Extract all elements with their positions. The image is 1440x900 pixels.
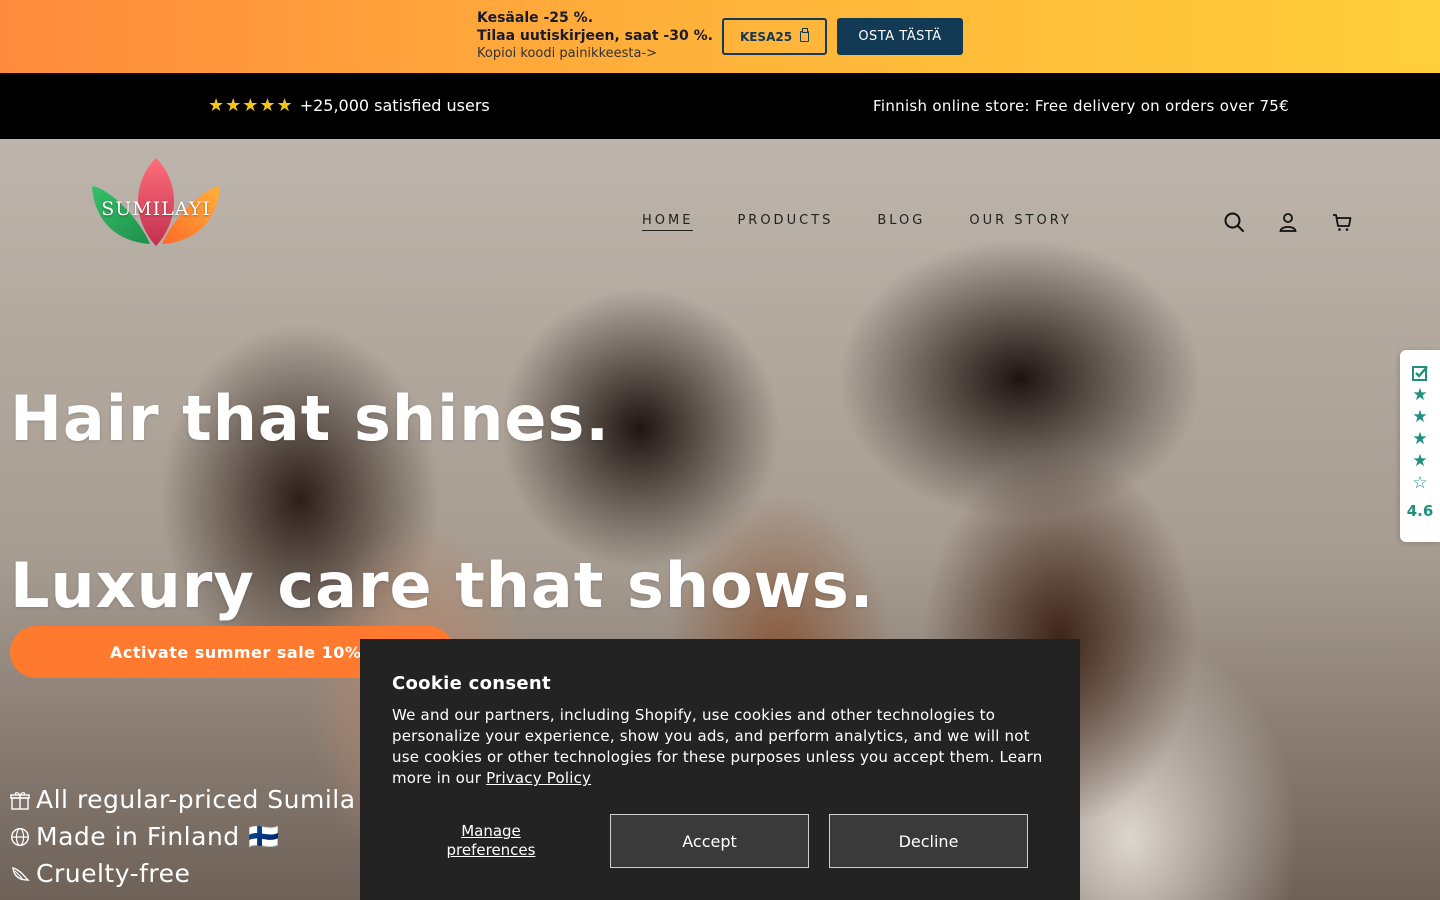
promo-line-3: Kopioi koodi painikkeesta-> xyxy=(477,46,658,61)
star-icon: ★ xyxy=(1412,407,1428,427)
promo-code: KESA25 xyxy=(739,29,793,44)
feature-list: All regular-priced Sumila Made in Finlan… xyxy=(10,781,356,892)
feature-text: Cruelty-free xyxy=(36,859,191,888)
reviews-widget[interactable]: ★ ★ ★ ★ ☆ 4.6 xyxy=(1400,350,1440,542)
feature-text: All regular-priced Sumila xyxy=(36,785,356,814)
privacy-policy-link[interactable]: Privacy Policy xyxy=(486,769,591,787)
logo-text: SUMILAYI xyxy=(101,198,211,220)
feature-item: All regular-priced Sumila xyxy=(10,781,356,818)
cookie-consent-dialog: Cookie consent We and our partners, incl… xyxy=(360,639,1080,900)
search-icon[interactable] xyxy=(1222,210,1246,234)
cookie-body: We and our partners, including Shopify, … xyxy=(392,705,1052,789)
promo-line-1: Kesäale -25 %. xyxy=(477,10,594,26)
header-icons xyxy=(1222,210,1354,234)
satisfied-users-text: +25,000 satisfied users xyxy=(299,96,490,115)
manage-preferences-link[interactable]: Manage preferences xyxy=(432,822,550,860)
verified-check-icon xyxy=(1412,366,1428,381)
announcement-bar: ★★★★★ +25,000 satisfied users Finnish on… xyxy=(0,73,1440,139)
shop-now-button[interactable]: OSTA TÄSTÄ xyxy=(837,18,963,55)
site-logo[interactable]: SUMILAYI xyxy=(88,156,224,248)
copy-code-button[interactable]: KESA25 xyxy=(722,18,827,55)
star-rating-icon: ★★★★★ xyxy=(208,95,294,116)
cart-icon[interactable] xyxy=(1330,210,1354,234)
promo-text: Kesäale -25 %. Tilaa uutiskirjeen, saat … xyxy=(477,9,713,63)
feature-item: Cruelty-free xyxy=(10,855,356,892)
star-icon: ★ xyxy=(1412,429,1428,449)
clipboard-icon xyxy=(800,28,810,42)
half-star-icon: ☆ xyxy=(1412,473,1428,493)
accept-button[interactable]: Accept xyxy=(610,814,809,868)
rating-summary: ★★★★★ +25,000 satisfied users xyxy=(208,95,490,116)
star-icon: ★ xyxy=(1412,385,1428,405)
account-icon[interactable] xyxy=(1276,210,1300,234)
hero-headline-2: Luxury care that shows. xyxy=(10,549,875,622)
feature-item: Made in Finland 🇫🇮 xyxy=(10,818,356,855)
delivery-text: Finnish online store: Free delivery on o… xyxy=(873,97,1289,115)
nav-products[interactable]: PRODUCTS xyxy=(737,213,833,231)
cookie-title: Cookie consent xyxy=(392,673,551,694)
leaf-icon xyxy=(12,866,30,881)
nav-blog[interactable]: BLOG xyxy=(877,213,925,231)
main-nav: HOME PRODUCTS BLOG OUR STORY xyxy=(642,213,1072,231)
star-icon: ★ xyxy=(1412,451,1428,471)
nav-our-story[interactable]: OUR STORY xyxy=(969,213,1071,231)
promo-line-2: Tilaa uutiskirjeen, saat -30 %. xyxy=(477,28,713,44)
decline-button[interactable]: Decline xyxy=(829,814,1028,868)
hero-headline-1: Hair that shines. xyxy=(10,382,610,455)
promo-bar: Kesäale -25 %. Tilaa uutiskirjeen, saat … xyxy=(0,0,1440,73)
gift-icon xyxy=(10,791,30,810)
feature-text: Made in Finland 🇫🇮 xyxy=(36,821,280,851)
nav-home[interactable]: HOME xyxy=(642,213,694,231)
review-score: 4.6 xyxy=(1406,502,1434,520)
globe-icon xyxy=(10,827,30,846)
